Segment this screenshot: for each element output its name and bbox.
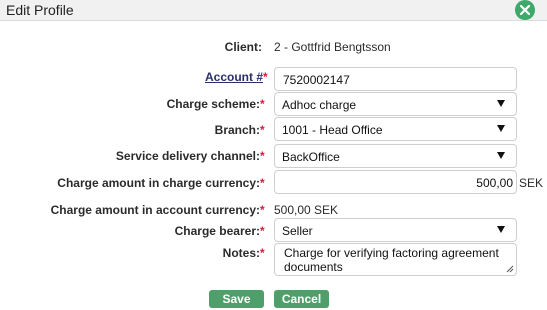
charge-scheme-select[interactable]: Adhoc charge [274, 92, 517, 116]
charge-amount-charge-currency-label: Charge amount in charge currency: [57, 176, 260, 190]
charge-amount-account-currency-label: Charge amount in account currency: [50, 203, 260, 217]
charge-bearer-label: Charge bearer: [174, 224, 260, 238]
account-number-value: 7520002147 [283, 73, 350, 87]
close-button[interactable] [515, 0, 535, 20]
client-label: Client: [224, 40, 262, 54]
notes-textarea[interactable]: Charge for verifying factoring agreement… [274, 243, 517, 276]
resize-handle-icon[interactable] [505, 264, 514, 273]
save-button[interactable]: Save [209, 290, 264, 308]
service-delivery-channel-label: Service delivery channel: [115, 149, 260, 163]
chevron-down-icon [497, 100, 505, 107]
account-required-mark: * [263, 70, 268, 84]
charge-scheme-value: Adhoc charge [282, 98, 357, 112]
charge-scheme-label: Charge scheme: [166, 97, 260, 111]
chevron-down-icon [497, 125, 505, 132]
charge-bearer-select[interactable]: Seller [274, 218, 517, 242]
charge-amount-input[interactable]: 500,00 [274, 170, 517, 194]
close-x-icon [519, 4, 531, 16]
notes-value: Charge for verifying factoring agreement… [284, 246, 499, 274]
charge-currency-suffix: SEK [519, 176, 544, 190]
service-delivery-channel-value: BackOffice [282, 150, 340, 164]
branch-required-mark: * [260, 123, 265, 137]
charge-amount-charge-currency-required-mark: * [260, 176, 265, 190]
account-label-link[interactable]: Account # [205, 70, 263, 84]
charge-amount-value: 500,00 [476, 176, 513, 190]
branch-label: Branch: [214, 123, 260, 137]
charge-bearer-required-mark: * [260, 224, 265, 238]
branch-value: 1001 - Head Office [282, 123, 383, 137]
charge-bearer-value: Seller [282, 224, 313, 238]
notes-label: Notes: [222, 246, 260, 260]
dialog-title: Edit Profile [6, 2, 74, 18]
charge-amount-account-currency-required-mark: * [260, 203, 265, 217]
service-delivery-channel-select[interactable]: BackOffice [274, 144, 517, 168]
service-delivery-channel-required-mark: * [260, 149, 265, 163]
charge-amount-account-currency-value: 500,00 SEK [274, 203, 339, 217]
chevron-down-icon [497, 152, 505, 159]
chevron-down-icon [497, 226, 505, 233]
account-number-input[interactable]: 7520002147 [274, 67, 517, 91]
notes-required-mark: * [260, 246, 265, 260]
dialog-titlebar: Edit Profile [0, 0, 547, 21]
branch-select[interactable]: 1001 - Head Office [274, 117, 517, 141]
charge-scheme-required-mark: * [260, 97, 265, 111]
client-value: 2 - Gottfrid Bengtsson [274, 40, 391, 54]
cancel-button[interactable]: Cancel [274, 290, 329, 308]
